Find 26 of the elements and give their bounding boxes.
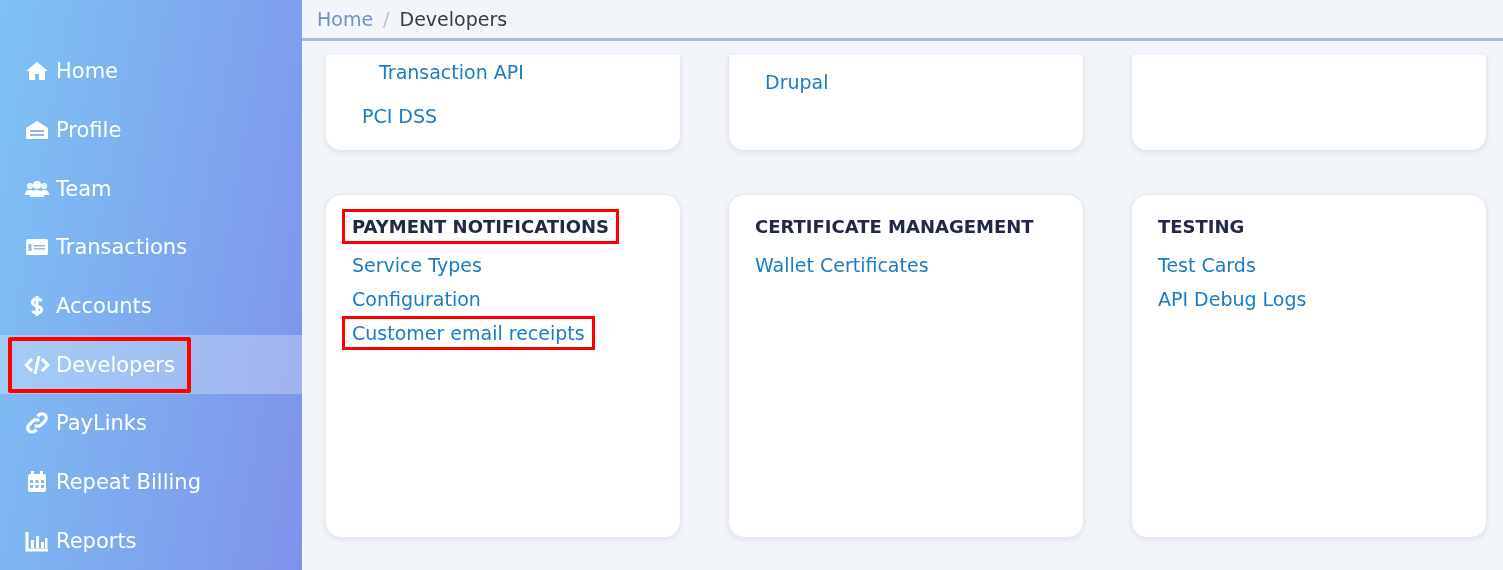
card-title: CERTIFICATE MANAGEMENT <box>754 215 1035 239</box>
sidebar-item[interactable]: Repeat Billing <box>8 454 217 511</box>
breadcrumb-current: Developers <box>399 8 508 30</box>
sidebar-item[interactable]: Home <box>8 43 134 100</box>
sidebar-item[interactable]: Profile <box>8 102 138 158</box>
link[interactable]: Wallet Certificates <box>745 248 939 282</box>
card-title: TESTING <box>1157 215 1246 239</box>
sidebar-item[interactable]: Accounts <box>8 278 168 334</box>
breadcrumb-separator: / <box>383 8 390 30</box>
sidebar-item[interactable]: Team <box>8 160 128 217</box>
link[interactable]: Drupal <box>755 65 839 99</box>
sidebar-item[interactable]: Developers <box>8 336 191 393</box>
link[interactable]: Configuration <box>342 282 491 316</box>
link[interactable]: Customer email receipts <box>342 316 595 350</box>
card-title: PAYMENT NOTIFICATIONS <box>342 209 619 244</box>
breadcrumb-link[interactable]: Home <box>317 8 374 30</box>
sidebar-item[interactable]: Reports <box>8 512 153 569</box>
sidebar-item[interactable]: Transactions <box>8 219 204 276</box>
link[interactable]: Service Types <box>342 248 492 282</box>
link[interactable]: Transaction API <box>369 55 534 89</box>
link-icon <box>24 411 50 436</box>
sidebar-item[interactable]: PayLinks <box>8 395 163 452</box>
link[interactable]: API Debug Logs <box>1148 282 1317 316</box>
link[interactable]: PCI DSS <box>352 99 448 133</box>
building-icon <box>24 118 50 142</box>
link[interactable]: Test Cards <box>1148 248 1266 282</box>
